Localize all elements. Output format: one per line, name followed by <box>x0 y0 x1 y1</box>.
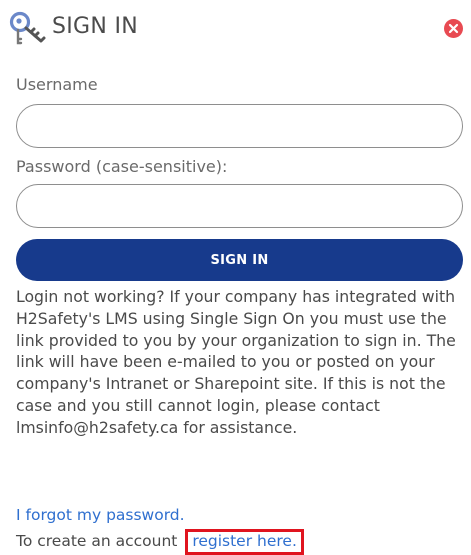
close-button[interactable] <box>444 19 463 38</box>
create-account-text: To create an account <box>16 532 178 550</box>
login-help-text: Login not working? If your company has i… <box>16 287 456 437</box>
username-label: Username <box>16 75 98 94</box>
dialog-title: SIGN IN <box>52 14 138 39</box>
password-input[interactable] <box>16 184 463 228</box>
sign-in-button[interactable]: SIGN IN <box>16 239 463 281</box>
forgot-password-link[interactable]: I forgot my password. <box>16 506 185 524</box>
password-label: Password (case-sensitive): <box>16 157 228 176</box>
keys-icon <box>8 10 52 46</box>
dialog-header: SIGN IN <box>8 8 463 48</box>
register-link[interactable]: register here. <box>185 529 304 555</box>
create-account-line: To create an account register here. <box>16 529 304 555</box>
close-icon <box>448 23 459 34</box>
username-input[interactable] <box>16 104 463 148</box>
